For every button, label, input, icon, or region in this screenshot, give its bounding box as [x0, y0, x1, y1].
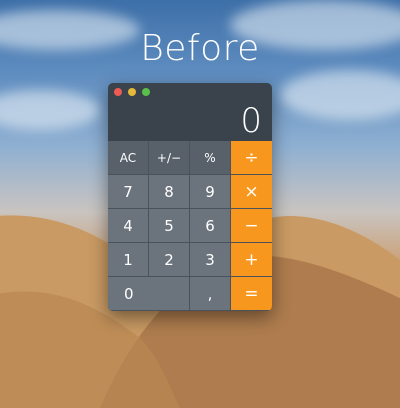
- divide-button[interactable]: ÷: [231, 141, 272, 175]
- digit-8-button[interactable]: 8: [149, 175, 190, 209]
- digit-6-button[interactable]: 6: [190, 209, 231, 243]
- all-clear-button[interactable]: AC: [108, 141, 149, 175]
- digit-2-button[interactable]: 2: [149, 243, 190, 277]
- close-window-button[interactable]: [114, 88, 122, 96]
- digit-0-button[interactable]: 0: [108, 277, 190, 311]
- digit-4-button[interactable]: 4: [108, 209, 149, 243]
- digit-1-button[interactable]: 1: [108, 243, 149, 277]
- percent-button[interactable]: %: [190, 141, 231, 175]
- subtract-button[interactable]: −: [231, 209, 272, 243]
- page-title: Before: [140, 28, 260, 69]
- digit-9-button[interactable]: 9: [190, 175, 231, 209]
- calculator-keypad: AC +/− % ÷ 7 8 9 × 4 5 6 − 1 2 3 + 0 , =: [108, 141, 272, 311]
- maximize-window-button[interactable]: [142, 88, 150, 96]
- digit-3-button[interactable]: 3: [190, 243, 231, 277]
- equals-button[interactable]: =: [231, 277, 272, 311]
- minimize-window-button[interactable]: [128, 88, 136, 96]
- digit-7-button[interactable]: 7: [108, 175, 149, 209]
- multiply-button[interactable]: ×: [231, 175, 272, 209]
- add-button[interactable]: +: [231, 243, 272, 277]
- calculator-window: 0 AC +/− % ÷ 7 8 9 × 4 5 6 − 1 2 3 + 0 ,…: [108, 83, 272, 311]
- sign-toggle-button[interactable]: +/−: [149, 141, 190, 175]
- window-titlebar[interactable]: [108, 83, 272, 101]
- decimal-button[interactable]: ,: [190, 277, 231, 311]
- digit-5-button[interactable]: 5: [149, 209, 190, 243]
- calculator-display: 0: [240, 101, 262, 141]
